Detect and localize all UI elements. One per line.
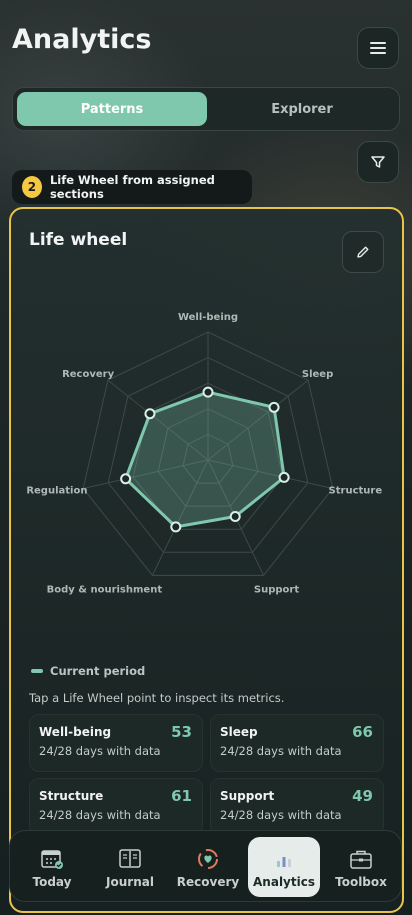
metric-card-well-being[interactable]: Well-being 53 24/28 days with data — [29, 714, 203, 772]
filter-icon — [371, 156, 385, 168]
metric-value: 61 — [171, 787, 192, 805]
legend-label: Current period — [50, 664, 146, 678]
metric-card-sleep[interactable]: Sleep 66 24/28 days with data — [210, 714, 384, 772]
radar-axis-label: Body & nourishment — [47, 584, 163, 595]
metric-coverage: 24/28 days with data — [39, 744, 161, 758]
tab-explorer[interactable]: Explorer — [207, 92, 397, 126]
nav-label: Recovery — [176, 875, 240, 889]
nav-item-toolbox[interactable]: Toolbox — [325, 837, 397, 897]
metric-coverage: 24/28 days with data — [39, 808, 161, 822]
metric-name: Support — [220, 789, 275, 803]
metric-name: Sleep — [220, 725, 258, 739]
metric-value: 53 — [171, 723, 192, 741]
radar-point-1[interactable] — [268, 401, 280, 413]
radar-point-5[interactable] — [120, 473, 132, 485]
nav-label: Analytics — [253, 875, 315, 889]
metric-name: Structure — [39, 789, 104, 803]
radar-axis-label: Support — [254, 584, 299, 595]
chart-hint: Tap a Life Wheel point to inspect its me… — [29, 691, 285, 705]
metric-coverage: 24/28 days with data — [220, 808, 342, 822]
radar-point-0[interactable] — [202, 386, 214, 398]
chart-legend: Current period — [31, 664, 145, 678]
metric-value: 66 — [352, 723, 373, 741]
hamburger-icon — [370, 42, 386, 54]
nav-item-journal[interactable]: Journal — [94, 837, 166, 897]
briefcase-icon — [348, 847, 374, 871]
tooltip-text: Life Wheel from assigned sections — [49, 173, 215, 201]
radar-point-4[interactable] — [170, 521, 182, 533]
radar-point-6[interactable] — [144, 408, 156, 420]
nav-label: Today — [32, 875, 72, 889]
metric-coverage: 24/28 days with data — [220, 744, 342, 758]
page-title: Analytics — [12, 24, 152, 55]
tab-patterns[interactable]: Patterns — [17, 92, 207, 126]
radar-axis-label: Well-being — [178, 312, 238, 323]
bottom-nav: Today Journal Recovery Analytics Toolbox — [9, 830, 402, 902]
pencil-icon — [357, 246, 369, 258]
radar-axis-label: Regulation — [26, 486, 87, 497]
metric-card-support[interactable]: Support 49 24/28 days with data — [210, 778, 384, 836]
radar-point-2[interactable] — [278, 471, 290, 483]
radar-axis-label: Structure — [329, 486, 383, 497]
nav-label: Toolbox — [335, 875, 387, 889]
menu-button[interactable] — [357, 27, 399, 69]
metric-name: Well-being — [39, 725, 112, 739]
nav-item-analytics[interactable]: Analytics — [248, 837, 320, 897]
calendar-icon — [39, 847, 65, 871]
metric-card-structure[interactable]: Structure 61 24/28 days with data — [29, 778, 203, 836]
step-badge: 2 — [22, 176, 42, 198]
bar-chart-icon — [271, 847, 297, 871]
radar-axis-label: Recovery — [62, 369, 115, 380]
card-title: Life wheel — [29, 230, 128, 250]
nav-label: Journal — [106, 875, 154, 889]
view-switcher: Patterns Explorer — [12, 87, 400, 131]
filter-button[interactable] — [357, 141, 399, 183]
nav-item-today[interactable]: Today — [16, 837, 88, 897]
life-wheel-card: Life wheel Well-being Sleep Structure Suppo… — [9, 207, 404, 913]
onboarding-tooltip: 2 Life Wheel from assigned sections — [12, 170, 252, 204]
nav-item-recovery[interactable]: Recovery — [172, 837, 244, 897]
radar-point-3[interactable] — [229, 511, 241, 523]
heart-ring-icon — [195, 847, 221, 871]
radar-axis-label: Sleep — [302, 369, 333, 380]
metric-value: 49 — [352, 787, 373, 805]
edit-button[interactable] — [342, 231, 384, 273]
legend-swatch — [31, 669, 43, 673]
book-icon — [117, 847, 143, 871]
life-wheel-chart: Well-being Sleep Structure Support Body & no… — [26, 312, 383, 595]
